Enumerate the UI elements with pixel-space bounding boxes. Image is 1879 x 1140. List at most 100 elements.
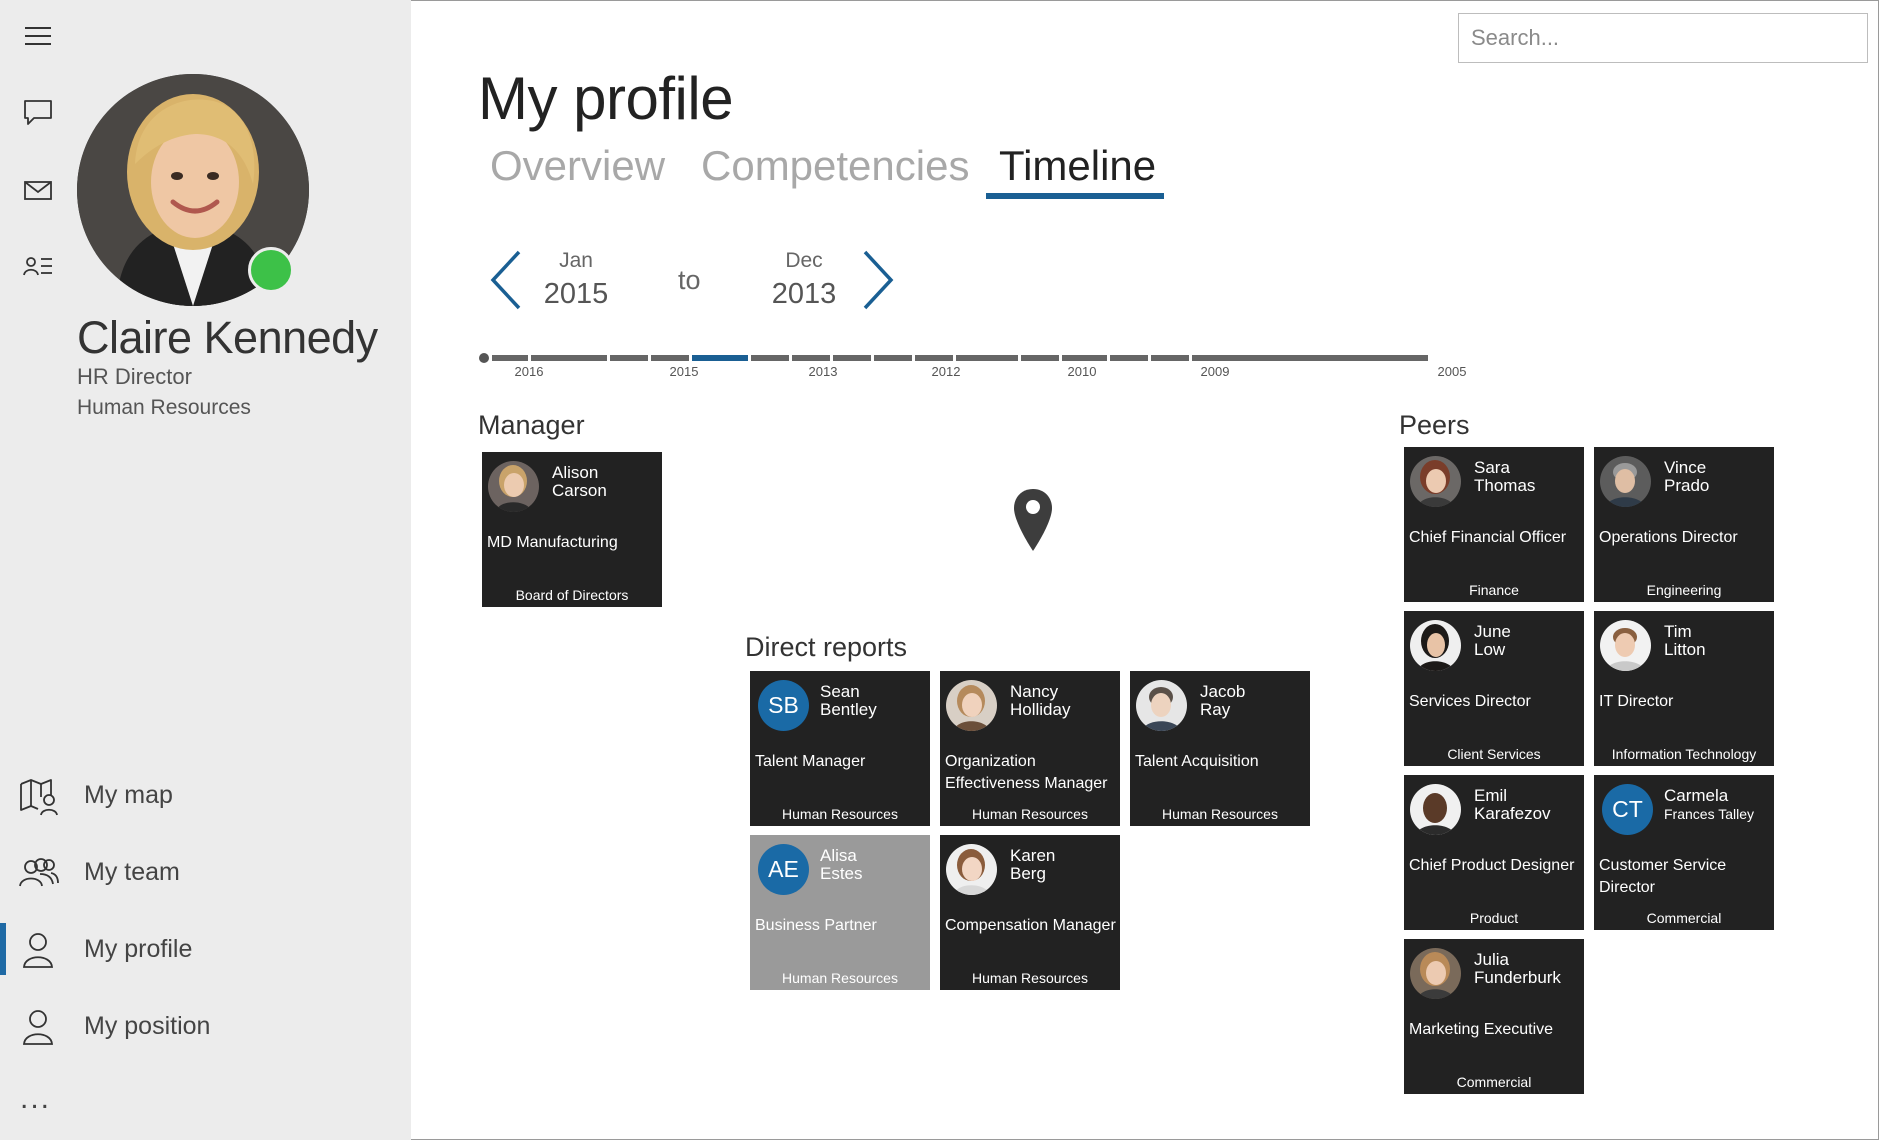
tab-competencies[interactable]: Competencies bbox=[701, 142, 969, 190]
direct-reports-section-label: Direct reports bbox=[745, 632, 908, 662]
peer-card[interactable]: Julia Funderburk Marketing Executive Comm… bbox=[1404, 939, 1584, 1094]
chevron-right-icon[interactable] bbox=[857, 248, 897, 312]
person-name: Alison Carson bbox=[552, 463, 607, 500]
direct-report-card[interactable]: AE Alisa Estes Business Partner Human Res… bbox=[750, 835, 930, 990]
active-tab-indicator bbox=[986, 193, 1164, 199]
contact-list-icon[interactable] bbox=[18, 246, 58, 286]
person-department: Human Resources bbox=[1162, 806, 1278, 822]
person-title: Customer Service Director bbox=[1599, 857, 1727, 896]
profile-department: Human Resources bbox=[77, 396, 251, 419]
tab-timeline[interactable]: Timeline bbox=[999, 142, 1156, 190]
initials-avatar: SB bbox=[758, 680, 809, 731]
timeline-segments[interactable] bbox=[492, 355, 1428, 361]
person-name: Vince Prado bbox=[1664, 458, 1710, 495]
direct-report-card[interactable]: Nancy Holliday Organization Effectiveness… bbox=[940, 671, 1120, 826]
initials-avatar: AE bbox=[758, 844, 809, 895]
person-title: Talent Acquisition bbox=[1135, 753, 1259, 770]
person-icon bbox=[23, 1010, 53, 1045]
person-title: Chief Product Designer bbox=[1409, 857, 1575, 874]
more-icon[interactable]: ... bbox=[20, 1082, 51, 1116]
range-end-year: 2013 bbox=[771, 278, 837, 310]
person-title: Business Partner bbox=[755, 917, 877, 934]
direct-report-card[interactable]: Karen Berg Compensation Manager Human Res… bbox=[940, 835, 1120, 990]
nav-label-my-profile: My profile bbox=[84, 934, 193, 963]
peer-card[interactable]: CT Carmela Frances Talley Customer Servic… bbox=[1594, 775, 1774, 930]
manager-card[interactable]: Alison Carson MD Manufacturing Board of D… bbox=[482, 452, 662, 607]
avatar bbox=[1410, 620, 1461, 671]
range-separator: to bbox=[678, 265, 701, 295]
person-name: June Low bbox=[1474, 622, 1511, 659]
range-start-month: Jan bbox=[559, 249, 593, 272]
person-department: Information Technology bbox=[1611, 746, 1757, 762]
person-name: Julia Funderburk bbox=[1474, 950, 1561, 987]
timeline-label: 2016 bbox=[514, 364, 544, 379]
person-title: MD Manufacturing bbox=[487, 534, 618, 551]
person-department: Commercial bbox=[1456, 1074, 1532, 1090]
person-name: Sara Thomas bbox=[1474, 458, 1536, 495]
person-name: Sean Bentley bbox=[820, 682, 877, 719]
range-end-month: Dec bbox=[785, 249, 823, 272]
peers-section-label: Peers bbox=[1399, 410, 1470, 440]
person-department: Human Resources bbox=[782, 806, 898, 822]
person-name: Tim Litton bbox=[1664, 622, 1706, 659]
peer-card[interactable]: Sara Thomas Chief Financial Officer Finan… bbox=[1404, 447, 1584, 602]
direct-report-card[interactable]: SB Sean Bentley Talent Manager Human Reso… bbox=[750, 671, 930, 826]
person-department: Client Services bbox=[1447, 746, 1541, 762]
initials-avatar: CT bbox=[1602, 784, 1653, 835]
timeline-label: 2009 bbox=[1200, 364, 1230, 379]
avatar bbox=[946, 680, 997, 731]
nav-item-my-map[interactable]: My map bbox=[0, 763, 411, 827]
person-department: Human Resources bbox=[972, 806, 1088, 822]
person-title: Operations Director bbox=[1599, 529, 1738, 546]
peer-card[interactable]: Tim Litton IT Director Information Techno… bbox=[1594, 611, 1774, 766]
avatar bbox=[1136, 680, 1187, 731]
hamburger-menu-icon[interactable] bbox=[18, 16, 58, 56]
avatar bbox=[1410, 456, 1461, 507]
nav-label-my-position: My position bbox=[84, 1011, 211, 1040]
person-department: Human Resources bbox=[782, 970, 898, 986]
tab-overview[interactable]: Overview bbox=[490, 142, 665, 190]
peer-card[interactable]: Emil Karafezov Chief Product Designer Pro… bbox=[1404, 775, 1584, 930]
person-name: Nancy Holliday bbox=[1010, 682, 1071, 719]
chat-icon[interactable] bbox=[18, 92, 58, 132]
chevron-left-icon[interactable] bbox=[487, 248, 527, 312]
timeline-label: 2015 bbox=[669, 364, 699, 379]
location-pin-icon[interactable] bbox=[1012, 487, 1054, 553]
sidebar: Claire Kennedy HR Director Human Resourc… bbox=[0, 0, 411, 1140]
person-title: Compensation Manager bbox=[945, 917, 1116, 934]
avatar bbox=[488, 461, 539, 512]
profile-name: Claire Kennedy bbox=[77, 312, 378, 363]
person-icon bbox=[23, 933, 53, 968]
timeline-label: 2010 bbox=[1067, 364, 1097, 379]
person-title: IT Director bbox=[1599, 693, 1674, 710]
timeline-label: 2013 bbox=[808, 364, 838, 379]
timeline-scrubber[interactable] bbox=[478, 348, 1478, 382]
nav-label-my-team: My team bbox=[84, 857, 180, 886]
avatar bbox=[1410, 948, 1461, 999]
profile-role: HR Director bbox=[77, 364, 192, 389]
person-department: Commercial bbox=[1646, 910, 1722, 926]
person-title: Organization Effectiveness Manager bbox=[945, 753, 1108, 792]
person-title: Marketing Executive bbox=[1409, 1021, 1554, 1038]
mail-icon[interactable] bbox=[18, 170, 58, 210]
map-person-icon bbox=[20, 779, 58, 816]
timeline-start-dot bbox=[479, 353, 489, 363]
nav-item-my-team[interactable]: My team bbox=[0, 840, 411, 904]
avatar bbox=[1600, 456, 1651, 507]
avatar bbox=[946, 844, 997, 895]
peer-card[interactable]: June Low Services Director Client Service… bbox=[1404, 611, 1584, 766]
team-icon bbox=[19, 858, 59, 887]
timeline-label: 2005 bbox=[1437, 364, 1467, 379]
nav-item-my-profile[interactable]: My profile bbox=[0, 917, 411, 981]
nav-item-my-position[interactable]: My position bbox=[0, 994, 411, 1058]
direct-report-card[interactable]: Jacob Ray Talent Acquisition Human Resour… bbox=[1130, 671, 1310, 826]
person-name: Karen Berg bbox=[1010, 846, 1056, 883]
peer-card[interactable]: Vince Prado Operations Director Engineeri… bbox=[1594, 447, 1774, 602]
search-input[interactable] bbox=[1458, 13, 1868, 63]
avatar bbox=[1410, 784, 1461, 835]
person-name: Carmela Frances Talley bbox=[1664, 786, 1755, 823]
timeline-selected-segment bbox=[692, 355, 748, 361]
manager-section-label: Manager bbox=[478, 410, 585, 440]
person-name: Alisa Estes bbox=[820, 846, 863, 883]
page-title: My profile bbox=[478, 65, 734, 132]
